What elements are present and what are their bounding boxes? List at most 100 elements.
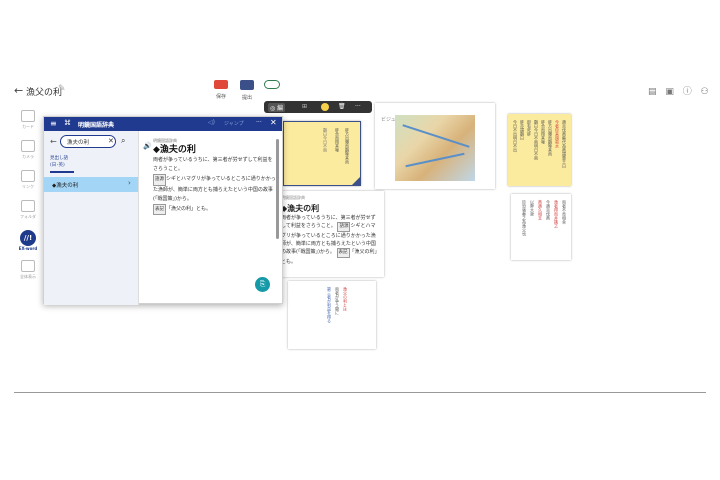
vertical-text-line: 今趙且伐燕 (546, 200, 551, 220)
vertical-text-line: 蚌方出曝而鷸啄其肉 (345, 128, 350, 164)
origin-chip: 語源 (337, 222, 351, 232)
close-icon[interactable]: ✕ (270, 118, 277, 127)
delete-icon[interactable]: 🗑 (338, 103, 346, 110)
list-item[interactable]: ◆漁夫の利 › (44, 177, 138, 192)
vertical-text-line: 蚌合而箝其喙 (541, 120, 546, 144)
sidebar-item-overview[interactable]: 全体表示 (14, 260, 42, 282)
audio-icon[interactable]: ◁) (208, 119, 215, 126)
entry-origin-text: シギとハマグリが争っているところに通りかかった漁師が、簡単に両方とも捕らえたとい… (153, 176, 276, 202)
sidebar-item-exword[interactable]: //! EX-word (14, 230, 42, 252)
dictionary-card[interactable]: 明鏡国語辞典 ◆漁夫の利 両者が争っているうちに、第三者が労せずして利益をさらう… (276, 191, 384, 277)
right-toolbar-icons[interactable]: ▤ ▣ ⓘ ⚇ (648, 84, 712, 97)
vertical-text-line: 蚌亦謂鷸曰 (520, 120, 525, 140)
active-tab-indicator (50, 171, 74, 173)
save-button[interactable]: 保存 (211, 80, 231, 100)
dictionary-results-pane: ← ✕ ⌕ 見出し語 (日･英) ◆漁夫の利 › (44, 131, 138, 305)
river-line (402, 124, 470, 148)
vertical-text-line: 第三者が利益を得る (327, 287, 332, 323)
search-icon[interactable]: ⌕ (121, 136, 125, 146)
sidebar-item-label: カード (22, 124, 34, 129)
link-icon (21, 170, 35, 182)
back-button[interactable]: ← (14, 84, 23, 97)
scrollbar[interactable] (276, 139, 279, 239)
exword-icon: //! (20, 230, 36, 246)
vertical-text-line: 即有死蚌 (527, 120, 532, 136)
vertical-text-line: 今日不出明日不出 (513, 120, 518, 152)
card-floating-toolbar: ◎ 編 ⊞ 🗑 ··· (264, 101, 372, 113)
usage-chip: 表記 (153, 204, 166, 216)
grid-icon[interactable]: ⊞ (302, 103, 307, 110)
entry-definition: 両者が争っているうちに、第三者が労せずして利益をさらうこと。 語源 シギとハマグリ… (153, 156, 277, 216)
dictionary-header: ≡ ⌘ 明鏡国語辞典 ◁) ジャンプ ··· ✕ (44, 117, 282, 131)
result-label: ◆漁夫の利 (52, 183, 79, 189)
vertical-text-line: 蚌方出曝而鷸啄其肉 (548, 120, 553, 156)
note-card-selected[interactable]: 蚌方出曝而鷸啄其肉 蚌合而箝其喙 鷸曰今日不雨 (283, 121, 361, 186)
canvas-bottom-divider (14, 392, 706, 393)
color-picker-button[interactable] (321, 103, 329, 111)
card-source: 明鏡国語辞典 (281, 195, 305, 200)
chevron-right-icon: › (128, 179, 131, 187)
vertical-text-line: 漁父の利とは (343, 287, 348, 311)
left-sidebar: カード カメラ リンク フォルダ //! EX-word 全体表示 (14, 110, 42, 290)
sidebar-item-label: 全体表示 (20, 274, 36, 279)
edit-mode-button[interactable]: ◎ 編 (268, 103, 286, 112)
copy-to-card-button[interactable]: ⎘ (255, 277, 270, 292)
app-window: ← 漁父の利 ✎ 保存 提出 ▤ ▣ ⓘ ⚇ ◎ 編 ⊞ 🗑 ··· カード カ… (0, 0, 720, 480)
back-icon[interactable]: ← (50, 137, 57, 146)
vertical-text-line: 鷸曰今日不雨明日不雨 (534, 120, 539, 160)
more-menu-icon[interactable]: ··· (256, 119, 262, 126)
vertical-text-line: 両者が争う間に (335, 287, 340, 315)
sidebar-item-camera[interactable]: カメラ (14, 140, 42, 162)
more-menu-icon[interactable]: ··· (355, 103, 361, 110)
folder-icon (214, 80, 228, 89)
group-icon (264, 80, 280, 89)
vertical-text-line: 趙且伐燕蘇代為燕謂惠王曰 (562, 120, 567, 168)
card-headword: ◆漁夫の利 (281, 204, 320, 213)
sidebar-item-link[interactable]: リンク (14, 170, 42, 192)
vertical-text-line: 漁者得而并擒之 (554, 200, 559, 228)
jump-button[interactable]: ジャンプ (224, 120, 244, 127)
note-card[interactable]: 漁父の利とは 両者が争う間に 第三者が利益を得る (288, 281, 376, 349)
vertical-text-line: 両者不肯相舎 (562, 200, 567, 224)
submit-label: 提出 (241, 95, 252, 101)
sidebar-item-label: フォルダ (20, 214, 36, 219)
vertical-text-line: 今者臣来過易水 (555, 120, 560, 148)
note-card[interactable]: 両者不肯相舎 漁者得而并擒之 今趙且伐燕 燕趙久相支 以弊大衆 臣恐強秦之為漁父… (511, 194, 571, 260)
vertical-text-line: 臣恐強秦之為漁父也 (522, 200, 527, 236)
vertical-text-line: 鷸曰今日不雨 (323, 128, 328, 152)
sidebar-item-folder[interactable]: フォルダ (14, 200, 42, 222)
entry-headword: ◆漁夫の利 (153, 145, 196, 155)
speaker-icon[interactable]: 🔊 (143, 142, 152, 150)
card-definition: 両者が争っているうちに、第三者が労せずして利益をさらうこと。 語源 シギとハマグリ… (281, 214, 379, 266)
group-button[interactable] (262, 80, 282, 89)
edit-title-icon[interactable]: ✎ (58, 84, 66, 94)
origin-chip: 語源 (153, 174, 166, 186)
river-line (405, 152, 465, 168)
menu-icon[interactable]: ≡ (50, 119, 57, 128)
camera-icon (21, 140, 35, 152)
card-icon (21, 110, 35, 122)
sidebar-item-label: カメラ (22, 154, 34, 159)
map-card[interactable]: ビジュアルカラー国語便覧 (375, 103, 495, 189)
vertical-text-line: 蚌合而箝其喙 (335, 128, 340, 152)
page-title: 漁父の利 (26, 88, 63, 98)
sidebar-item-label: EX-word (18, 246, 38, 251)
submit-button[interactable]: 提出 (237, 80, 257, 101)
overview-icon (21, 260, 35, 272)
clear-search-icon[interactable]: ✕ (108, 137, 114, 145)
usage-chip: 表記 (336, 248, 350, 258)
folder-icon (21, 200, 35, 212)
sidebar-item-label: リンク (22, 184, 34, 189)
submit-tray-icon (240, 80, 254, 90)
dictionary-logo-icon: ⌘ (64, 119, 71, 127)
tab-headword[interactable]: 見出し語 (日･英) (50, 155, 68, 169)
sidebar-item-card[interactable]: カード (14, 110, 42, 132)
vertical-text-line: 燕趙久相支 (538, 200, 543, 220)
map-image (395, 115, 475, 181)
dictionary-name: 明鏡国語辞典 (78, 122, 115, 129)
dictionary-entry-pane: 明鏡国語辞典 🔊 ◆漁夫の利 両者が争っているうちに、第三者が労せずして利益をさ… (138, 131, 284, 305)
entry-body: 両者が争っているうちに、第三者が労せずして利益をさらうこと。 (153, 157, 273, 173)
note-card[interactable]: 趙且伐燕蘇代為燕謂惠王曰 今者臣来過易水 蚌方出曝而鷸啄其肉 蚌合而箝其喙 鷸曰… (508, 114, 571, 186)
dictionary-panel: ≡ ⌘ 明鏡国語辞典 ◁) ジャンプ ··· ✕ ← ✕ ⌕ 見出し語 (日･英… (43, 116, 284, 305)
entry-usage-text: 「漁父の利」とも。 (166, 206, 212, 213)
